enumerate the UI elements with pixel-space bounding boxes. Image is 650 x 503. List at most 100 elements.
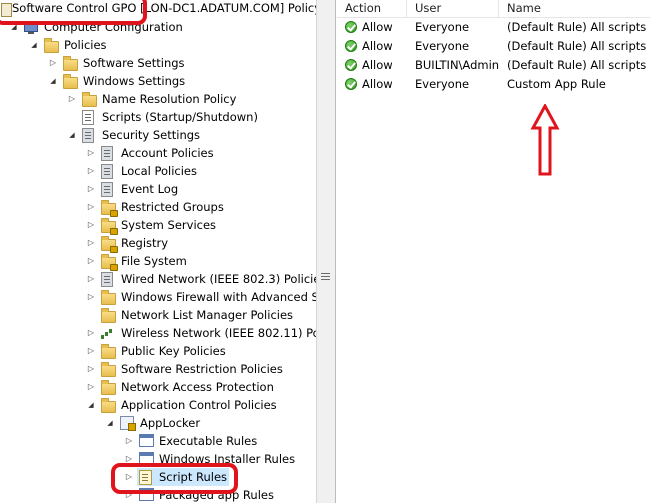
rules-list[interactable]: Action User Name Allow Everyone (Default R…	[337, 0, 650, 503]
rule-row[interactable]: Allow Everyone (Default Rule) All scripts …	[337, 18, 650, 37]
tree-node[interactable]: ◢ Policies	[0, 36, 316, 54]
locked-folder-icon	[101, 218, 118, 235]
expand-arrow-icon[interactable]: ▷	[86, 324, 96, 342]
rule-user: Everyone	[415, 20, 470, 34]
tree-node[interactable]: ▷ Restricted Groups	[0, 198, 316, 217]
applocker-icon	[120, 416, 136, 431]
list-header: Action User Name	[337, 0, 650, 18]
column-header-action[interactable]: Action	[337, 0, 407, 17]
tree-node[interactable]: ▷ Public Key Policies	[0, 342, 316, 360]
expand-arrow-icon[interactable]: ▷	[86, 234, 96, 252]
wired-network-icon	[101, 272, 113, 287]
rule-action: Allow	[362, 39, 393, 53]
folder-icon	[101, 362, 116, 377]
tree-node[interactable]: ▷ Software Restriction Policies	[0, 360, 316, 378]
expand-arrow-icon[interactable]: ▷	[67, 90, 77, 108]
title-highlight-annotation	[0, 0, 147, 25]
rule-user: Everyone	[415, 77, 470, 91]
tree-node[interactable]: ▷ Account Policies	[0, 144, 316, 162]
collapse-arrow-icon[interactable]: ◢	[67, 126, 77, 144]
tree-node[interactable]: ◢ AppLocker	[0, 414, 316, 432]
tree-node[interactable]: ▷ System Services	[0, 216, 316, 235]
pane-splitter[interactable]	[316, 0, 336, 503]
collapse-arrow-icon[interactable]: ◢	[105, 414, 115, 432]
collapse-arrow-icon[interactable]: ◢	[48, 72, 58, 90]
expand-arrow-icon[interactable]: ▷	[124, 432, 134, 450]
allow-check-icon	[345, 21, 357, 33]
tree-node[interactable]: Scripts (Startup/Shutdown)	[0, 108, 316, 126]
allow-check-icon	[345, 59, 357, 71]
allow-check-icon	[345, 78, 357, 90]
tree-node[interactable]: ▷ Registry	[0, 234, 316, 253]
tree-node[interactable]: ▷ Event Log	[0, 180, 316, 198]
script-rules-highlight-annotation	[111, 463, 238, 494]
script-doc-icon	[82, 110, 94, 125]
tree-node-label: Account Policies	[121, 146, 214, 160]
folder-icon	[101, 380, 116, 395]
rule-name: (Default Rule) All scripts located in th…	[507, 39, 650, 53]
rule-row[interactable]: Allow Everyone (Default Rule) All scripts …	[337, 37, 650, 56]
rule-row[interactable]: Allow Everyone Custom App Rule	[337, 75, 650, 94]
folder-icon	[101, 398, 116, 413]
tree-node-label: Executable Rules	[159, 434, 258, 448]
splitter-grip-icon[interactable]	[321, 273, 330, 280]
tree-node-label: Wireless Network (IEEE 802.11) Policies	[121, 326, 316, 340]
expand-arrow-icon[interactable]: ▷	[86, 288, 96, 306]
console-tree[interactable]: Software Control GPO [LON-DC1.ADATUM.COM…	[0, 0, 316, 503]
expand-arrow-icon[interactable]: ▷	[86, 198, 96, 216]
tree-node-label: Scripts (Startup/Shutdown)	[102, 110, 258, 124]
tree-node[interactable]: ▷ Wireless Network (IEEE 802.11) Policies	[0, 324, 316, 342]
rule-action: Allow	[362, 20, 393, 34]
tree-node-label: Network Access Protection	[121, 380, 274, 394]
tree-node-label: Windows Settings	[83, 74, 186, 88]
tree-node[interactable]: Network List Manager Policies	[0, 306, 316, 324]
expand-arrow-icon[interactable]: ▷	[86, 162, 96, 180]
column-header-user[interactable]: User	[407, 0, 499, 17]
expand-arrow-icon[interactable]: ▷	[86, 378, 96, 396]
tree-node-label: Network List Manager Policies	[121, 308, 294, 322]
mmc-window: Software Control GPO [LON-DC1.ADATUM.COM…	[0, 0, 650, 503]
wireless-network-icon	[101, 327, 113, 339]
tree-node[interactable]: ◢ Security Settings	[0, 126, 316, 144]
tree-node[interactable]: ▷ Windows Firewall with Advanced Security	[0, 288, 316, 306]
tree-node-label: Event Log	[121, 182, 179, 196]
tree-node[interactable]: ◢ Windows Settings	[0, 72, 316, 90]
rule-name: (Default Rule) All scripts located in th…	[507, 20, 650, 34]
tree-node[interactable]: ▷ Local Policies	[0, 162, 316, 180]
tree-node-label: Security Settings	[102, 128, 201, 142]
tree-node-label: Name Resolution Policy	[102, 92, 237, 106]
tree-node-label: Windows Firewall with Advanced Security	[121, 290, 316, 304]
expand-arrow-icon[interactable]: ▷	[86, 270, 96, 288]
tree-node-label: Software Settings	[83, 56, 185, 70]
column-header-name[interactable]: Name	[499, 0, 650, 17]
tree-node[interactable]: ▷ Software Settings	[0, 54, 316, 72]
folder-icon	[101, 290, 116, 305]
tree-node-label: AppLocker	[140, 416, 201, 430]
collapse-arrow-icon[interactable]: ◢	[86, 396, 96, 414]
tree-node-label: Application Control Policies	[121, 398, 277, 412]
tree-node-label: Registry	[121, 236, 169, 250]
tree-node[interactable]: ▷ Executable Rules	[0, 432, 316, 450]
tree-node[interactable]: ▷ File System	[0, 252, 316, 271]
tree-node[interactable]: ▷ Wired Network (IEEE 802.3) Policies	[0, 270, 316, 288]
tree-node-label: Policies	[64, 38, 107, 52]
expand-arrow-icon[interactable]: ▷	[86, 360, 96, 378]
folder-icon	[44, 38, 59, 53]
tree-node-label: Software Restriction Policies	[121, 362, 283, 376]
expand-arrow-icon[interactable]: ▷	[48, 54, 58, 72]
expand-arrow-icon[interactable]: ▷	[86, 342, 96, 360]
up-arrow-annotation	[530, 104, 560, 176]
expand-arrow-icon[interactable]: ▷	[86, 216, 96, 234]
tree-node[interactable]: ◢ Application Control Policies	[0, 396, 316, 414]
rule-action: Allow	[362, 77, 393, 91]
expand-arrow-icon[interactable]: ▷	[86, 144, 96, 162]
tree-node-label: Public Key Policies	[121, 344, 226, 358]
rule-row[interactable]: Allow BUILTIN\Administrators (Default Rule…	[337, 56, 650, 75]
expand-arrow-icon[interactable]: ▷	[86, 180, 96, 198]
rule-name: Custom App Rule	[507, 77, 606, 91]
tree-node[interactable]: ▷ Name Resolution Policy	[0, 90, 316, 108]
expand-arrow-icon[interactable]: ▷	[86, 252, 96, 270]
locked-folder-icon	[101, 254, 118, 271]
tree-node[interactable]: ▷ Network Access Protection	[0, 378, 316, 396]
collapse-arrow-icon[interactable]: ◢	[29, 36, 39, 54]
